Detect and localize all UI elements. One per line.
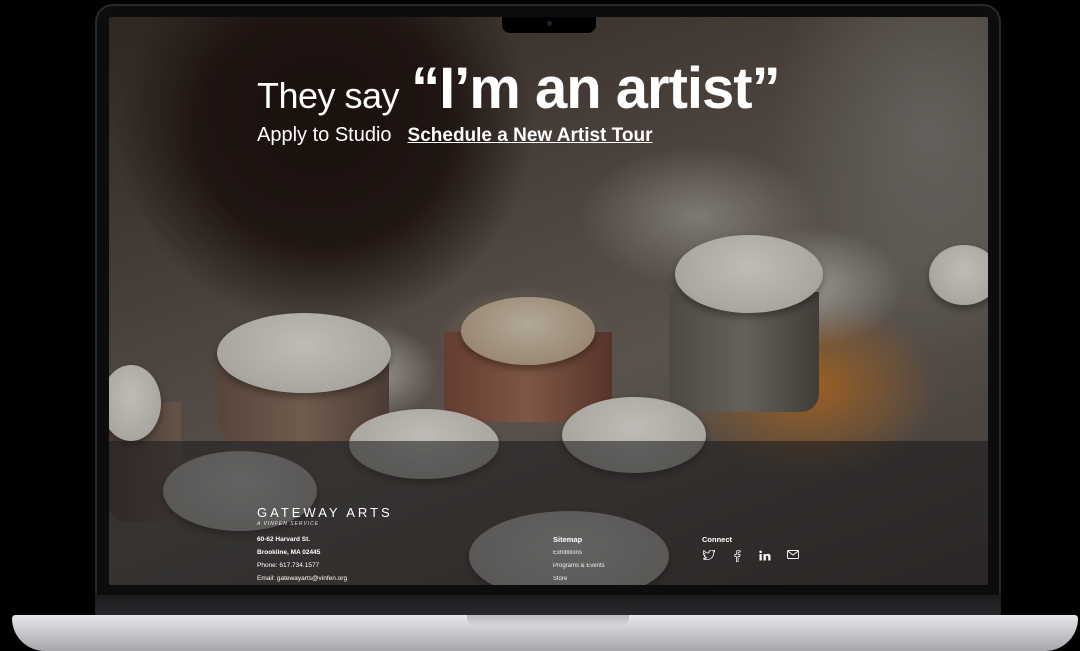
schedule-tour-link[interactable]: Schedule a New Artist Tour (408, 125, 653, 147)
hero-quote: “I’m an artist” (411, 56, 781, 121)
hero-headline: They say “I’m an artist” (257, 55, 781, 122)
email-icon[interactable] (786, 550, 800, 565)
connect-title: Connect (702, 535, 732, 544)
hero-lead: They say (257, 75, 400, 116)
website-screen: They say “I’m an artist” Apply to Studio… (109, 17, 988, 585)
brand-logo[interactable]: GATEWAY ARTS A VINFEN SERVICE (257, 505, 393, 527)
email-address[interactable]: Email: gatewayarts@vinfen.org (257, 572, 347, 585)
address-line-1: 60-62 Harvard St. (257, 536, 311, 543)
contact-address: 60-62 Harvard St. Brookline, MA 02445 Ph… (257, 533, 347, 585)
sitemap-link-store[interactable]: Store (553, 573, 605, 585)
camera-notch (502, 17, 596, 33)
connect: Connect (702, 535, 800, 565)
phone-number: Phone: 617.734.1577 (257, 562, 320, 569)
facebook-icon[interactable] (730, 549, 744, 565)
twitter-icon[interactable] (702, 549, 717, 565)
address-line-2: Brookline, MA 02445 (257, 549, 321, 556)
site-footer: GATEWAY ARTS A VINFEN SERVICE 60-62 Harv… (109, 441, 988, 585)
laptop-hinge (95, 595, 1001, 616)
brand-subtitle: A VINFEN SERVICE (257, 521, 320, 527)
social-icons (702, 549, 800, 565)
sitemap: Sitemap Exhibitions Programs & Events St… (553, 535, 605, 585)
hero-links: Apply to Studio Schedule a New Artist To… (257, 124, 780, 147)
linkedin-icon[interactable] (758, 550, 772, 565)
laptop-thumb-notch (467, 615, 629, 627)
sitemap-title: Sitemap (553, 535, 583, 544)
sitemap-link-programs-events[interactable]: Programs & Events (553, 560, 605, 573)
sitemap-link-exhibitions[interactable]: Exhibitions (553, 547, 605, 560)
hero: They say “I’m an artist” Apply to Studio… (257, 55, 781, 147)
camera-icon (547, 21, 552, 26)
brand-name: GATEWAY ARTS (257, 505, 393, 520)
apply-to-studio-link[interactable]: Apply to Studio (257, 124, 392, 147)
